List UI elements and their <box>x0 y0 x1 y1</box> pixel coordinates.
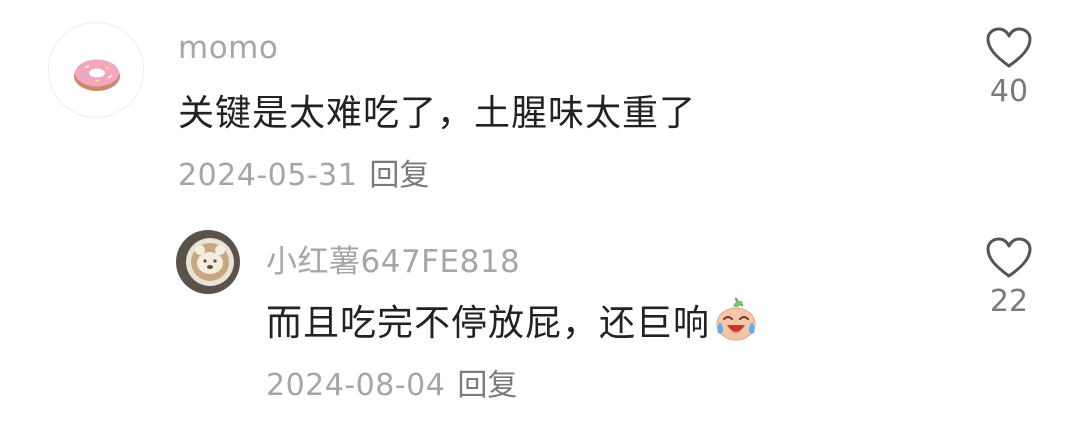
crying-laughing-face-icon <box>712 295 760 352</box>
avatar[interactable] <box>176 230 240 294</box>
like-button[interactable]: 22 <box>974 236 1044 319</box>
username[interactable]: 小红薯647FE818 <box>266 236 520 281</box>
like-button[interactable]: 40 <box>974 26 1044 109</box>
comment-meta: 2024-08-04 回复 <box>266 360 517 404</box>
comment-text: 关键是太难吃了，土腥味太重了 <box>178 93 697 134</box>
reply-button[interactable]: 回复 <box>369 158 429 193</box>
comment-text: 而且吃完不停放屁，还巨响 <box>266 294 760 352</box>
comment-date: 2024-05-31 <box>178 158 358 193</box>
like-count: 22 <box>989 284 1029 319</box>
comment-meta: 2024-05-31 回复 <box>178 150 429 194</box>
username[interactable]: momo <box>178 30 278 66</box>
reply-button[interactable]: 回复 <box>457 368 517 403</box>
comment-date: 2024-08-04 <box>266 368 446 403</box>
like-count: 40 <box>989 74 1029 109</box>
donut-icon <box>49 23 143 117</box>
latte-art-bear-icon <box>176 230 240 294</box>
comment-item: momo 关键是太难吃了，土腥味太重了 2024-05-31 回复 40 <box>0 0 1080 200</box>
comment-text-body: 而且吃完不停放屁，还巨响 <box>266 303 711 344</box>
reply-item: 小红薯647FE818 而且吃完不停放屁，还巨响 2024-08-04 回复 22 <box>0 200 1080 426</box>
heart-icon <box>986 237 1032 278</box>
heart-icon <box>986 27 1032 68</box>
avatar[interactable] <box>48 22 144 118</box>
